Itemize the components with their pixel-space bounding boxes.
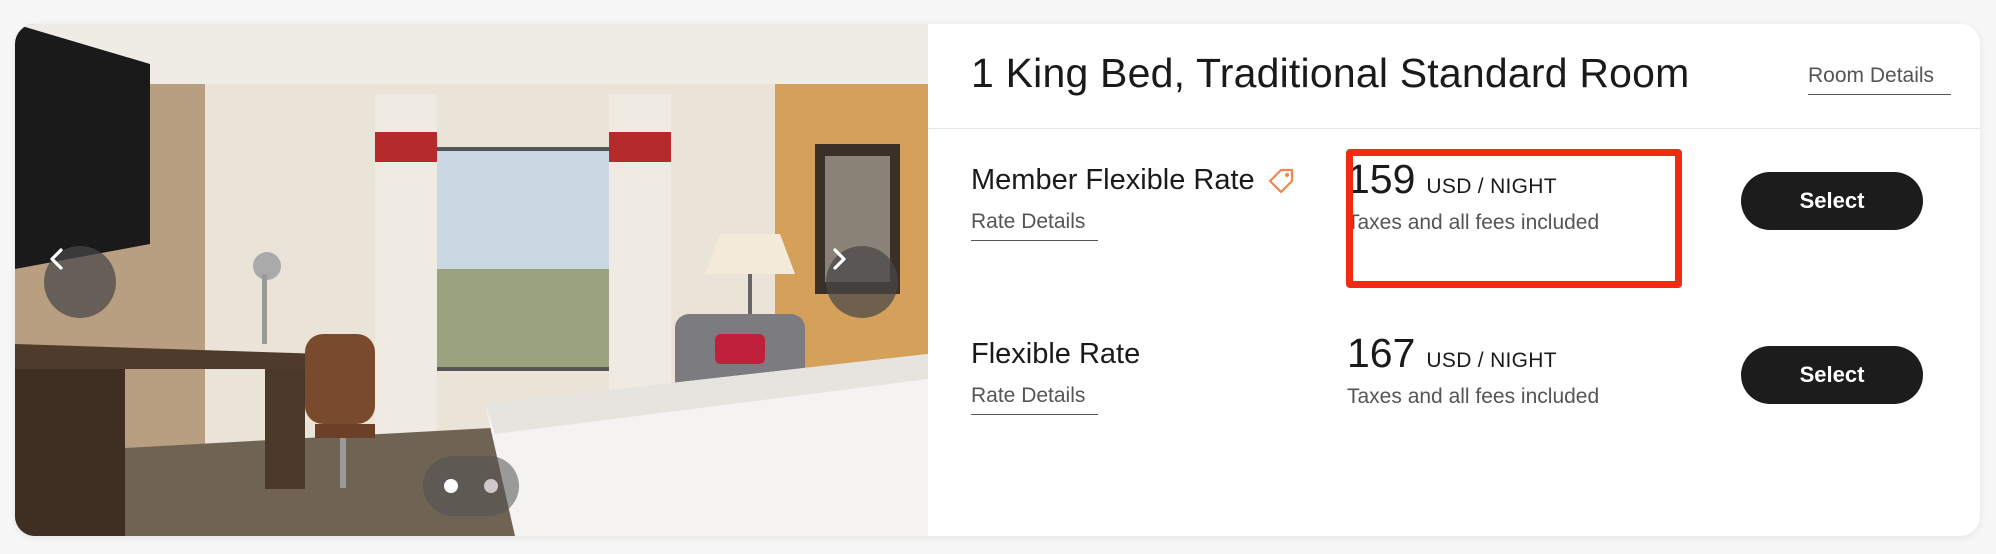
price-amount: 159 bbox=[1347, 156, 1416, 202]
room-card: 1 King Bed, Traditional Standard Room Ro… bbox=[15, 24, 1980, 536]
room-photo-gallery bbox=[15, 24, 928, 536]
price-amount: 167 bbox=[1347, 330, 1416, 376]
chevron-right-icon bbox=[833, 248, 846, 270]
chevron-left-icon bbox=[50, 248, 63, 270]
price-block: 167 USD / NIGHT Taxes and all fees inclu… bbox=[1347, 330, 1599, 409]
rate-details-link[interactable]: Rate Details bbox=[971, 210, 1098, 241]
room-details-link[interactable]: Room Details bbox=[1808, 64, 1951, 95]
select-button[interactable]: Select bbox=[1741, 172, 1923, 230]
gallery-next-button[interactable] bbox=[826, 246, 898, 318]
room-title: 1 King Bed, Traditional Standard Room bbox=[971, 50, 1690, 96]
price-unit: USD / NIGHT bbox=[1426, 349, 1557, 372]
rate-name: Member Flexible Rate bbox=[971, 164, 1295, 197]
rate-name-label: Member Flexible Rate bbox=[971, 164, 1255, 196]
select-button[interactable]: Select bbox=[1741, 346, 1923, 404]
gallery-prev-button[interactable] bbox=[44, 246, 116, 318]
rate-name-label: Flexible Rate bbox=[971, 338, 1141, 370]
price-note: Taxes and all fees included bbox=[1347, 211, 1600, 234]
price-note: Taxes and all fees included bbox=[1347, 385, 1600, 408]
rate-row-member-flexible: Member Flexible Rate Rate Details 159 US… bbox=[928, 144, 1980, 274]
rate-name: Flexible Rate bbox=[971, 338, 1140, 371]
room-header: 1 King Bed, Traditional Standard Room Ro… bbox=[928, 24, 1980, 129]
tag-icon bbox=[1268, 168, 1293, 193]
rate-details-link[interactable]: Rate Details bbox=[971, 384, 1098, 415]
gallery-pagination bbox=[423, 456, 519, 516]
price-unit: USD / NIGHT bbox=[1426, 175, 1557, 198]
gallery-dot-1[interactable] bbox=[444, 479, 458, 493]
rate-row-flexible: Flexible Rate Rate Details 167 USD / NIG… bbox=[928, 318, 1980, 448]
gallery-dot-2[interactable] bbox=[484, 479, 498, 493]
price-block: 159 USD / NIGHT Taxes and all fees inclu… bbox=[1347, 156, 1599, 235]
